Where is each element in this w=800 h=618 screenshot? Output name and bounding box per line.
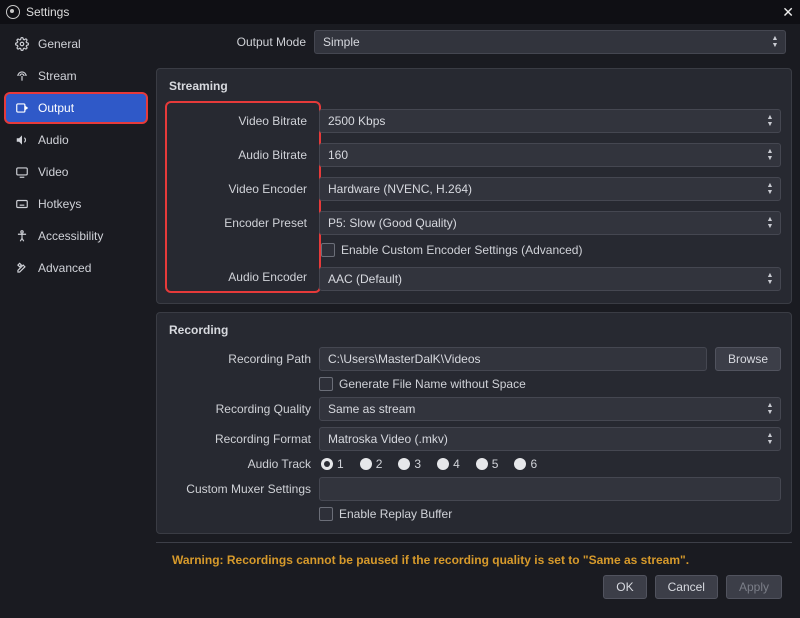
muxer-label: Custom Muxer Settings [167, 482, 319, 496]
cancel-button[interactable]: Cancel [655, 575, 718, 599]
apply-button[interactable]: Apply [726, 575, 782, 599]
recording-title: Recording [169, 323, 781, 337]
sidebar-item-label: Advanced [38, 261, 91, 275]
sidebar-item-label: Accessibility [38, 229, 103, 243]
streaming-group: Streaming Video Bitrate Audio Bitrate Vi… [156, 68, 792, 304]
content-area: Output Mode Simple ▲▼ Streaming Video Bi… [152, 24, 800, 618]
audio-bitrate-select[interactable]: 160 ▲▼ [319, 143, 781, 167]
streaming-title: Streaming [169, 79, 781, 93]
chevron-updown-icon: ▲▼ [762, 398, 778, 420]
ok-button[interactable]: OK [603, 575, 646, 599]
audio-bitrate-label: Audio Bitrate [171, 143, 315, 167]
recording-group: Recording Recording Path C:\Users\Master… [156, 312, 792, 534]
warning-text: Warning: Recordings cannot be paused if … [166, 549, 782, 575]
chevron-updown-icon: ▲▼ [762, 178, 778, 200]
tools-icon [14, 260, 30, 276]
audio-track-4[interactable]: 4 [437, 457, 460, 471]
sidebar-item-stream[interactable]: Stream [6, 62, 146, 90]
sidebar-item-label: Hotkeys [38, 197, 81, 211]
app-icon [6, 5, 20, 19]
sidebar-item-accessibility[interactable]: Accessibility [6, 222, 146, 250]
checkbox-icon [321, 243, 335, 257]
keyboard-icon [14, 196, 30, 212]
audio-track-3[interactable]: 3 [398, 457, 421, 471]
browse-button[interactable]: Browse [715, 347, 781, 371]
sidebar-item-label: Output [38, 101, 74, 115]
window-title: Settings [26, 5, 69, 19]
close-icon[interactable]: ✕ [782, 4, 794, 21]
spinner-icon: ▲▼ [762, 110, 778, 132]
gear-icon [14, 36, 30, 52]
sidebar-item-label: Audio [38, 133, 69, 147]
sidebar-item-label: Stream [38, 69, 77, 83]
sidebar-item-audio[interactable]: Audio [6, 126, 146, 154]
muxer-input[interactable] [319, 477, 781, 501]
monitor-icon [14, 164, 30, 180]
sidebar-item-label: General [38, 37, 81, 51]
sidebar: General Stream Output Audio Video [0, 24, 152, 618]
sidebar-item-general[interactable]: General [6, 30, 146, 58]
sidebar-item-label: Video [38, 165, 68, 179]
checkbox-icon [319, 377, 333, 391]
sidebar-item-video[interactable]: Video [6, 158, 146, 186]
recording-quality-select[interactable]: Same as stream ▲▼ [319, 397, 781, 421]
recording-format-label: Recording Format [167, 432, 319, 446]
output-mode-select[interactable]: Simple ▲▼ [314, 30, 786, 54]
encoder-preset-label: Encoder Preset [171, 211, 315, 235]
chevron-updown-icon: ▲▼ [767, 31, 783, 53]
recording-path-label: Recording Path [167, 352, 319, 366]
video-encoder-label: Video Encoder [171, 177, 315, 201]
video-bitrate-label: Video Bitrate [171, 109, 315, 133]
video-encoder-select[interactable]: Hardware (NVENC, H.264) ▲▼ [319, 177, 781, 201]
checkbox-icon [319, 507, 333, 521]
audio-encoder-select[interactable]: AAC (Default) ▲▼ [319, 267, 781, 291]
output-mode-value: Simple [323, 35, 360, 49]
antenna-icon [14, 68, 30, 84]
gen-filename-checkbox[interactable]: Generate File Name without Space [319, 377, 781, 391]
footer: Warning: Recordings cannot be paused if … [156, 542, 792, 607]
replay-buffer-checkbox[interactable]: Enable Replay Buffer [319, 507, 781, 521]
chevron-updown-icon: ▲▼ [762, 212, 778, 234]
audio-track-1[interactable]: 1 [321, 457, 344, 471]
encoder-preset-select[interactable]: P5: Slow (Good Quality) ▲▼ [319, 211, 781, 235]
sidebar-item-hotkeys[interactable]: Hotkeys [6, 190, 146, 218]
output-icon [14, 100, 30, 116]
output-mode-label: Output Mode [162, 35, 314, 49]
recording-quality-label: Recording Quality [167, 402, 319, 416]
chevron-updown-icon: ▲▼ [762, 268, 778, 290]
video-bitrate-input[interactable]: 2500 Kbps ▲▼ [319, 109, 781, 133]
chevron-updown-icon: ▲▼ [762, 144, 778, 166]
audio-track-5[interactable]: 5 [476, 457, 499, 471]
accessibility-icon [14, 228, 30, 244]
recording-format-select[interactable]: Matroska Video (.mkv) ▲▼ [319, 427, 781, 451]
audio-encoder-label: Audio Encoder [171, 265, 315, 289]
custom-encoder-checkbox[interactable]: Enable Custom Encoder Settings (Advanced… [319, 243, 781, 257]
titlebar: Settings ✕ [0, 0, 800, 24]
speaker-icon [14, 132, 30, 148]
audio-track-2[interactable]: 2 [360, 457, 383, 471]
sidebar-item-advanced[interactable]: Advanced [6, 254, 146, 282]
audio-track-label: Audio Track [167, 457, 319, 471]
audio-track-6[interactable]: 6 [514, 457, 537, 471]
recording-path-input[interactable]: C:\Users\MasterDalK\Videos [319, 347, 707, 371]
sidebar-item-output[interactable]: Output [6, 94, 146, 122]
chevron-updown-icon: ▲▼ [762, 428, 778, 450]
